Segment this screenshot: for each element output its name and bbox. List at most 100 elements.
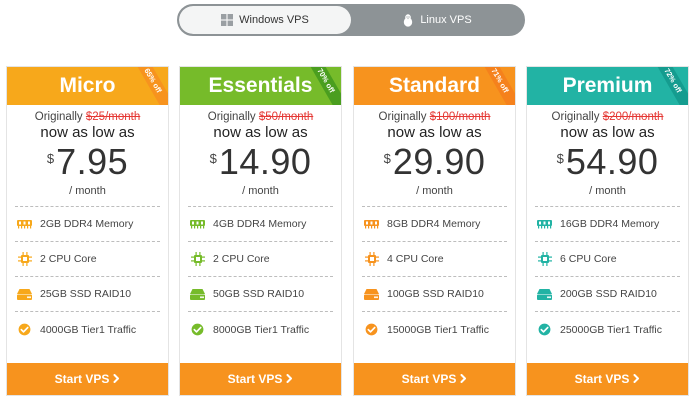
plan-header: Essentials 70% off	[180, 67, 341, 105]
storage-text: 200GB SSD RAID10	[560, 288, 657, 300]
cpu-chip-icon	[364, 252, 379, 267]
plan-name: Standard	[388, 74, 480, 97]
plan-header: Standard 71% off	[354, 67, 515, 105]
original-price: $100/month	[429, 111, 491, 123]
cloud-check-icon	[364, 322, 379, 337]
linux-vps-label: Linux VPS	[420, 14, 472, 26]
traffic-text: 8000GB Tier1 Traffic	[213, 323, 310, 336]
windows-vps-tab[interactable]: Windows VPS	[179, 6, 351, 34]
os-toggle[interactable]: Windows VPS Linux VPS	[177, 4, 525, 36]
cpu-text: 4 CPU Core	[387, 253, 444, 265]
traffic-text: 4000GB Tier1 Traffic	[40, 323, 137, 336]
original-prefix: Originally	[34, 111, 83, 123]
feature-cpu: 4 CPU Core	[362, 242, 507, 277]
memory-text: 16GB DDR4 Memory	[560, 218, 660, 230]
feature-list: 4GB DDR4 Memory 2 CPU Core 50GB SSD RAID…	[188, 207, 333, 347]
feature-traffic: 4000GB Tier1 Traffic	[15, 312, 160, 347]
feature-cpu: 6 CPU Core	[535, 242, 680, 277]
feature-list: 2GB DDR4 Memory 2 CPU Core 25GB SSD RAID…	[15, 207, 160, 347]
currency-symbol: $	[46, 151, 55, 166]
feature-traffic: 25000GB Tier1 Traffic	[535, 312, 680, 347]
plan-card-premium: Premium 72% off Originally $200/month no…	[526, 66, 689, 396]
hard-drive-icon	[364, 287, 379, 302]
discount-ribbon: 65% off	[130, 67, 168, 105]
hard-drive-icon	[17, 287, 32, 302]
storage-text: 100GB SSD RAID10	[387, 288, 484, 300]
cloud-check-icon	[537, 322, 552, 337]
chevron-right-icon	[286, 372, 293, 386]
cloud-check-icon	[17, 322, 32, 337]
feature-storage: 200GB SSD RAID10	[535, 277, 680, 312]
plan-name: Essentials	[208, 74, 313, 97]
linux-vps-tab[interactable]: Linux VPS	[351, 6, 523, 34]
feature-memory: 4GB DDR4 Memory	[188, 207, 333, 242]
memory-text: 2GB DDR4 Memory	[40, 218, 134, 230]
plan-card-essentials: Essentials 70% off Originally $50/month …	[179, 66, 342, 396]
original-price: $50/month	[258, 111, 314, 123]
chevron-right-icon	[113, 372, 120, 386]
currency-symbol: $	[209, 151, 217, 166]
discount-ribbon: 71% off	[477, 67, 515, 105]
feature-cpu: 2 CPU Core	[188, 242, 333, 277]
storage-text: 50GB SSD RAID10	[213, 288, 305, 300]
currency-symbol: $	[383, 151, 391, 166]
plan-card-standard: Standard 71% off Originally $100/month n…	[353, 66, 516, 396]
plan-name: Premium	[562, 74, 653, 97]
start-vps-label: Start VPS	[54, 372, 110, 386]
memory-icon	[190, 217, 205, 232]
cpu-chip-icon	[17, 252, 32, 267]
storage-text: 25GB SSD RAID10	[40, 288, 132, 300]
windows-vps-label: Windows VPS	[239, 14, 309, 26]
low-as-text: now as low as	[40, 124, 135, 141]
memory-text: 8GB DDR4 Memory	[387, 218, 481, 230]
discount-ribbon: 72% off	[650, 67, 688, 105]
price-period: / month	[69, 185, 106, 197]
start-vps-button[interactable]: Start VPS	[354, 363, 515, 395]
original-prefix: Originally	[378, 111, 427, 123]
memory-icon	[17, 217, 32, 232]
price: $ 7.95	[7, 142, 168, 182]
price-period: / month	[416, 185, 453, 197]
start-vps-button[interactable]: Start VPS	[7, 363, 168, 395]
cloud-check-icon	[190, 322, 205, 337]
linux-penguin-icon	[402, 13, 414, 27]
price: $ 54.90	[527, 142, 688, 182]
price-amount: 14.90	[218, 141, 312, 182]
original-price-line: Originally $25/month	[7, 111, 168, 123]
feature-storage: 50GB SSD RAID10	[188, 277, 333, 312]
start-vps-button[interactable]: Start VPS	[180, 363, 341, 395]
original-prefix: Originally	[551, 111, 600, 123]
price: $ 14.90	[180, 142, 341, 182]
plan-name: Micro	[59, 74, 116, 97]
price-period: / month	[589, 185, 626, 197]
low-as-text: now as low as	[387, 124, 482, 141]
hard-drive-icon	[190, 287, 205, 302]
original-price-line: Originally $50/month	[180, 111, 341, 123]
original-price: $25/month	[85, 111, 141, 123]
low-as-text: now as low as	[560, 124, 655, 141]
traffic-text: 15000GB Tier1 Traffic	[387, 323, 489, 336]
feature-traffic: 15000GB Tier1 Traffic	[362, 312, 507, 347]
price: $ 29.90	[354, 142, 515, 182]
price-amount: 7.95	[56, 141, 129, 182]
original-price-line: Originally $200/month	[527, 111, 688, 123]
plan-card-micro: Micro 65% off Originally $25/month now a…	[6, 66, 169, 396]
original-prefix: Originally	[207, 111, 256, 123]
feature-storage: 100GB SSD RAID10	[362, 277, 507, 312]
memory-text: 4GB DDR4 Memory	[213, 218, 307, 230]
traffic-text: 25000GB Tier1 Traffic	[560, 323, 662, 336]
feature-memory: 16GB DDR4 Memory	[535, 207, 680, 242]
original-price: $200/month	[602, 111, 664, 123]
chevron-right-icon	[633, 372, 640, 386]
windows-icon	[221, 14, 234, 26]
start-vps-label: Start VPS	[227, 372, 283, 386]
memory-icon	[537, 217, 552, 232]
memory-icon	[364, 217, 379, 232]
cpu-chip-icon	[190, 252, 205, 267]
cpu-text: 2 CPU Core	[40, 253, 97, 265]
feature-list: 16GB DDR4 Memory 6 CPU Core 200GB SSD RA…	[535, 207, 680, 347]
cpu-text: 2 CPU Core	[213, 253, 270, 265]
start-vps-button[interactable]: Start VPS	[527, 363, 688, 395]
plan-header: Premium 72% off	[527, 67, 688, 105]
chevron-right-icon	[460, 372, 467, 386]
